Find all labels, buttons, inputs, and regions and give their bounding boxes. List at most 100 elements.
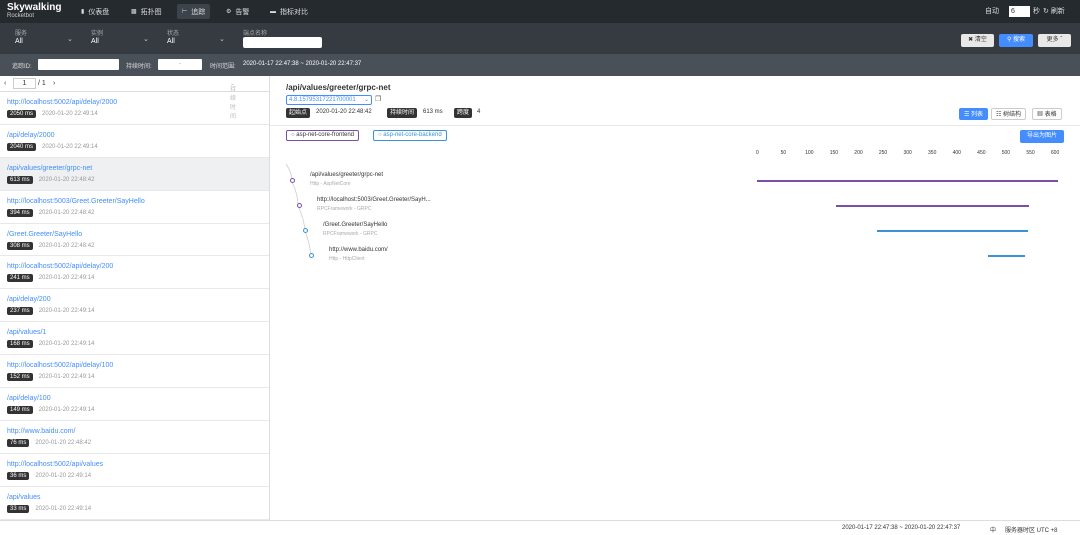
- chevron-down-icon: ⌄: [219, 36, 225, 43]
- refresh-button[interactable]: ↻ 刷新: [1043, 6, 1065, 16]
- auto-refresh-interval-input[interactable]: 6: [1009, 6, 1030, 17]
- timeline-tick: 450: [977, 150, 986, 156]
- trace-time: 2020-01-20 22:48:42: [38, 209, 95, 216]
- trace-list-item[interactable]: /api/values/1 168 ms 2020-01-20 22:49:14: [0, 322, 269, 356]
- span-node-dot[interactable]: [290, 178, 295, 183]
- trace-list-item[interactable]: http://www.baidu.com/76 ms 2020-01-20 22:…: [0, 421, 269, 454]
- export-image-button[interactable]: 导出为图片: [1020, 130, 1064, 143]
- chevron-down-icon: ⌄: [67, 36, 73, 43]
- trace-list-item[interactable]: /api/delay/200 237 ms 2020-01-20 22:49:14: [0, 289, 269, 323]
- trace-time: 2020-01-20 22:48:42: [38, 242, 95, 249]
- trace-list: http://localhost:5002/api/delay/2000 2050…: [0, 92, 269, 520]
- trace-list-item[interactable]: http://localhost:5003/Greet.Greeter/SayH…: [0, 191, 269, 224]
- close-icon: ✖: [968, 37, 975, 43]
- search-button[interactable]: ⚲ 搜索: [999, 34, 1033, 47]
- trace-endpoint[interactable]: http://www.baidu.com/: [7, 428, 269, 435]
- service-legend-backend[interactable]: ○ asp-net-core-backend: [373, 130, 447, 141]
- trace-endpoint[interactable]: /api/delay/200: [7, 296, 269, 303]
- logo: Skywalking Rocketbot: [7, 3, 61, 20]
- sort-select[interactable]: 持续时间 ⌄: [230, 80, 236, 120]
- chevron-down-icon: ⌄: [143, 36, 149, 43]
- timeline-tick: 200: [854, 150, 863, 156]
- duration-badge: 237 ms: [7, 307, 33, 316]
- trace-list-item[interactable]: /Greet.Greeter/SayHello 308 ms 2020-01-20 …: [0, 224, 269, 257]
- span-name[interactable]: http://localhost:5003/Greet.Greeter/SayH…: [317, 197, 431, 203]
- trace-list-item[interactable]: http://localhost:5002/api/delay/2000 2050…: [0, 92, 269, 125]
- span-name[interactable]: http://www.baidu.com/: [329, 247, 388, 253]
- duration-badge: 33 ms: [7, 504, 30, 513]
- span-component: Http - HttpClient: [329, 256, 365, 262]
- trace-time: 2020-01-20 22:49:14: [38, 374, 95, 381]
- trace-list-item[interactable]: http://localhost:5002/api/delay/100 152 m…: [0, 355, 269, 389]
- top-bar: Skywalking Rocketbot ▮ 仪表盘 ▩ 拓扑图 ⊢ 追踪 ⚙ 告警 ▬…: [0, 0, 1080, 23]
- nav-trace[interactable]: ⊢ 追踪: [177, 4, 211, 19]
- span-duration-bar[interactable]: [835, 205, 1030, 207]
- timezone-label: 服务器时区 UTC +8: [1005, 528, 1058, 534]
- chevron-left-icon[interactable]: ‹: [4, 80, 6, 87]
- span-node-dot[interactable]: [303, 228, 308, 233]
- instance-select[interactable]: 实例 All: [91, 28, 103, 45]
- trace-endpoint[interactable]: http://localhost:5003/Greet.Greeter/SayH…: [7, 198, 269, 205]
- trace-endpoint[interactable]: /api/values: [7, 494, 269, 501]
- trace-list-panel: ‹ 1 / 1 › 持续时间 ⌄ http://localhost:5002/a…: [0, 76, 270, 520]
- more-button[interactable]: 更多 ˆ: [1038, 34, 1071, 47]
- nav-alarm[interactable]: ⚙ 告警: [221, 4, 254, 19]
- span-node-dot[interactable]: [297, 203, 302, 208]
- span-node-dot[interactable]: [309, 253, 314, 258]
- chevron-down-icon: ⌄: [363, 97, 369, 103]
- trace-list-item[interactable]: /api/delay/2000 2040 ms 2020-01-20 22:49:1…: [0, 125, 269, 158]
- footer: 2020-01-17 22:47:38 ~ 2020-01-20 22:47:3…: [0, 520, 1080, 535]
- timeline-tick: 150: [829, 150, 839, 156]
- span-component: Http - AspNetCore: [310, 181, 351, 187]
- trace-list-item[interactable]: /api/values 33 ms 2020-01-20 22:49:14: [0, 487, 269, 520]
- chevron-right-icon[interactable]: ›: [53, 80, 55, 87]
- trace-endpoint[interactable]: /Greet.Greeter/SayHello: [7, 231, 269, 238]
- clear-button[interactable]: ✖ 清空: [961, 34, 994, 47]
- seconds-label: 秒: [1033, 8, 1040, 15]
- status-select[interactable]: 状态 All: [167, 28, 179, 45]
- trace-list-item[interactable]: http://localhost:5002/api/delay/200 241 m…: [0, 256, 269, 290]
- duration-badge: 394 ms: [7, 208, 33, 217]
- endpoint-name-field: 端点名称: [243, 31, 268, 37]
- span-name[interactable]: /Greet.Greeter/SayHello: [323, 222, 387, 228]
- language-toggle[interactable]: 中: [990, 525, 996, 534]
- trace-list-item[interactable]: /api/delay/100 149 ms 2020-01-20 22:49:14: [0, 388, 269, 421]
- trace-endpoint[interactable]: http://localhost:5002/api/delay/200: [7, 263, 269, 270]
- view-table-button[interactable]: ▦ 表格: [1032, 108, 1062, 120]
- trace-time: 2020-01-20 22:49:14: [38, 341, 95, 348]
- trace-detail-panel: /api/values/greeter/grpc-net 4.8.1579531…: [270, 76, 1080, 520]
- timeline-tick: 350: [928, 150, 937, 156]
- endpoint-name-input[interactable]: [243, 37, 322, 48]
- pagination: ‹ 1 / 1 › 持续时间 ⌄: [0, 76, 269, 120]
- timeline-tick: 100: [805, 150, 814, 156]
- duration-badge: 241 ms: [7, 274, 33, 283]
- trace-endpoint[interactable]: http://localhost:5002/api/delay/100: [7, 362, 269, 369]
- auto-refresh-label[interactable]: 自动: [985, 6, 999, 16]
- duration-range-input[interactable]: -: [158, 59, 202, 70]
- refresh-icon: ↻: [1043, 8, 1051, 15]
- trace-endpoint[interactable]: /api/values/greeter/grpc-net: [7, 165, 269, 172]
- view-tree-button[interactable]: ☷ 树结构: [991, 108, 1027, 120]
- trace-list-item[interactable]: /api/values/greeter/grpc-net 613 ms 2020-0…: [0, 157, 269, 191]
- nav-compare[interactable]: ▬ 指标对比: [265, 4, 313, 19]
- tree-icon: ☷: [996, 112, 1004, 118]
- page-input[interactable]: 1: [13, 78, 36, 89]
- span-name[interactable]: /api/values/greeter/grpc-net: [310, 172, 383, 178]
- trace-endpoint[interactable]: http://localhost:5002/api/values: [7, 461, 269, 468]
- nav-topology[interactable]: ▩ 拓扑图: [126, 4, 167, 19]
- nav-dashboard[interactable]: ▮ 仪表盘: [76, 4, 114, 19]
- trace-endpoint[interactable]: /api/values/1: [7, 329, 269, 336]
- copy-icon[interactable]: ❐: [375, 95, 381, 103]
- time-range-value[interactable]: 2020-01-17 22:47:38 ~ 2020-01-20 22:47:3…: [243, 61, 361, 67]
- view-list-button[interactable]: ☰ 列表: [959, 108, 989, 120]
- trace-time: 2020-01-20 22:49:14: [42, 143, 98, 150]
- trace-list-item[interactable]: http://localhost:5002/api/values 36 ms 202…: [0, 454, 269, 487]
- service-select[interactable]: 服务 All: [15, 28, 27, 45]
- span-duration-bar[interactable]: [876, 230, 1029, 232]
- trace-id-input[interactable]: [38, 59, 119, 70]
- trace-endpoint[interactable]: http://localhost:5002/api/delay/2000: [7, 99, 269, 106]
- trace-endpoint[interactable]: /api/delay/100: [7, 395, 269, 402]
- trace-endpoint[interactable]: /api/delay/2000: [7, 132, 269, 139]
- span-duration-bar[interactable]: [988, 255, 1026, 257]
- span-duration-bar[interactable]: [757, 180, 1059, 182]
